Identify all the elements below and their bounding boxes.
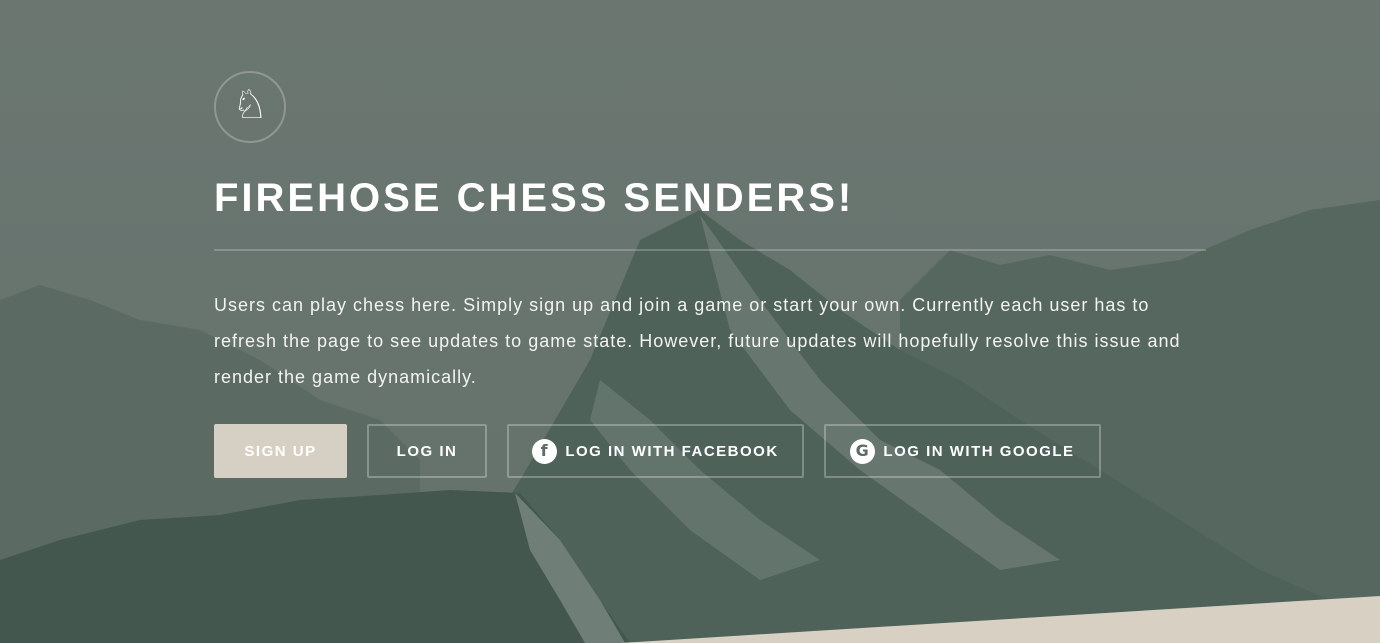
sign-up-button[interactable]: SIGN UP	[214, 424, 347, 478]
sign-up-label: SIGN UP	[244, 442, 317, 460]
divider	[214, 249, 1206, 251]
chess-knight-icon: ♘	[232, 82, 268, 128]
google-login-label: LOG IN WITH GOOGLE	[883, 442, 1075, 460]
facebook-login-label: LOG IN WITH FACEBOOK	[565, 442, 779, 460]
google-login-button[interactable]: G LOG IN WITH GOOGLE	[824, 424, 1101, 478]
logo: ♘	[214, 71, 286, 143]
facebook-icon: f	[532, 438, 558, 464]
facebook-login-button[interactable]: f LOG IN WITH FACEBOOK	[507, 424, 804, 478]
hero-description: Users can play chess here. Simply sign u…	[214, 295, 1181, 387]
google-icon: G	[850, 438, 876, 464]
page-title: FIREHOSE CHESS SENDERS!	[214, 176, 855, 220]
auth-buttons: SIGN UP LOG IN f LOG IN WITH FACEBOOK G …	[214, 424, 1121, 478]
hero-content: ♘ FIREHOSE CHESS SENDERS! Users can play…	[214, 71, 1206, 413]
log-in-label: LOG IN	[396, 442, 458, 460]
log-in-button[interactable]: LOG IN	[367, 424, 487, 478]
